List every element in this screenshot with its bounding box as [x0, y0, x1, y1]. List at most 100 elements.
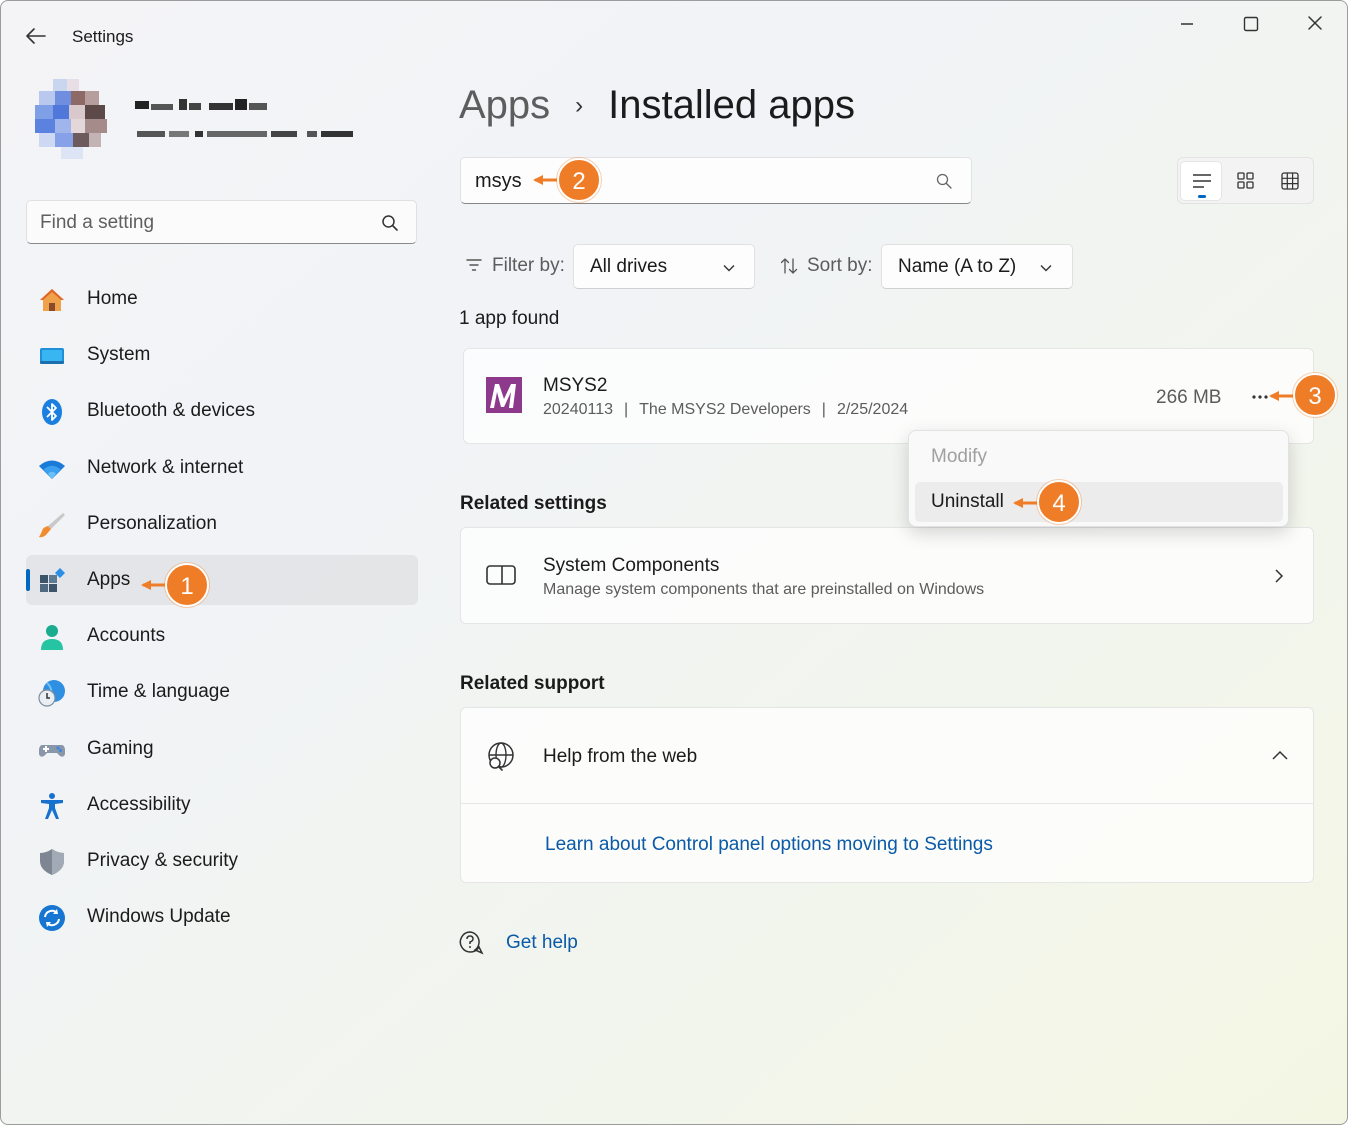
avatar-image	[35, 79, 107, 159]
find-setting-input[interactable]	[40, 212, 370, 234]
menu-item-label: Uninstall	[931, 491, 1004, 512]
user-name	[135, 99, 275, 113]
sidebar-item-label: System	[87, 344, 151, 366]
system-components-card[interactable]: System Components Manage system componen…	[460, 527, 1314, 624]
related-support-heading: Related support	[460, 673, 605, 694]
chevron-down-icon	[1040, 265, 1052, 272]
sidebar-item-label: Bluetooth & devices	[87, 400, 255, 422]
sidebar-item-apps[interactable]: Apps	[26, 554, 418, 605]
sidebar-item-home[interactable]: Home	[26, 274, 418, 324]
system-components-icon	[486, 565, 516, 585]
close-button[interactable]	[1295, 11, 1335, 41]
callout-badge-2: 2	[557, 158, 601, 202]
help-from-web-title: Help from the web	[543, 746, 698, 767]
sidebar-item-label: Home	[87, 288, 138, 309]
selected-indicator	[26, 568, 30, 591]
get-help-link[interactable]: Get help	[506, 932, 578, 954]
account-icon	[41, 625, 63, 651]
find-setting-box[interactable]	[26, 200, 417, 244]
maximize-icon	[1243, 16, 1259, 32]
app-version: 20240113	[543, 401, 613, 418]
separator: |	[624, 401, 629, 418]
sidebar-item-bluetooth[interactable]: Bluetooth & devices	[26, 386, 418, 436]
sidebar-item-windows-update[interactable]: Windows Update	[26, 892, 418, 942]
globe-search-icon	[488, 742, 514, 771]
home-icon	[40, 289, 64, 311]
minimize-button[interactable]	[1167, 11, 1207, 41]
search-icon[interactable]	[380, 213, 400, 233]
control-panel-options-link[interactable]: Learn about Control panel options moving…	[545, 834, 993, 856]
minimize-icon	[1181, 23, 1193, 25]
menu-item-modify[interactable]: Modify	[915, 437, 1283, 477]
sidebar-item-privacy-security[interactable]: Privacy & security	[26, 836, 418, 886]
msys2-logo-icon	[486, 377, 522, 413]
breadcrumb-chevron-icon: ›	[575, 91, 584, 119]
user-email-redacted	[137, 131, 353, 137]
sidebar-item-label: Gaming	[87, 737, 154, 759]
sort-icon	[780, 258, 798, 274]
breadcrumb-apps-link[interactable]: Apps	[459, 83, 550, 128]
system-icon	[40, 348, 64, 365]
system-components-title: System Components	[543, 555, 720, 576]
window-title: Settings	[72, 27, 134, 46]
sidebar-item-time-language[interactable]: Time & language	[26, 667, 418, 717]
sidebar-item-accessibility[interactable]: Accessibility	[26, 780, 418, 830]
avatar[interactable]	[31, 79, 113, 161]
get-help-icon	[459, 931, 484, 955]
sidebar-item-label: Time & language	[87, 681, 230, 703]
separator: |	[821, 401, 826, 418]
app-details: 20240113 | The MSYS2 Developers | 2/25/2…	[543, 401, 908, 419]
breadcrumb: Apps › Installed apps	[459, 83, 855, 128]
page-title: Installed apps	[608, 83, 856, 127]
accessibility-icon	[41, 792, 63, 819]
app-size: 266 MB	[1156, 387, 1222, 408]
chevron-down-icon	[723, 265, 735, 272]
settings-window: Settings Find a setting Home System Blue…	[0, 0, 1348, 1125]
chevron-up-icon	[1272, 750, 1288, 760]
shield-icon	[40, 848, 64, 875]
app-name: MSYS2	[543, 375, 608, 396]
back-arrow-icon	[26, 28, 46, 44]
update-icon	[39, 905, 65, 932]
sidebar-item-label: Accounts	[87, 625, 166, 647]
help-from-web-header[interactable]: Help from the web	[461, 708, 1313, 804]
list-view-icon	[1193, 174, 1211, 188]
back-button[interactable]	[21, 23, 49, 49]
filter-drives-value: All drives	[590, 256, 668, 277]
apps-icon	[40, 567, 65, 592]
filter-icon	[466, 259, 482, 271]
sort-label: Sort by:	[807, 255, 873, 276]
app-install-date: 2/25/2024	[836, 401, 909, 418]
close-icon	[1308, 16, 1322, 30]
sidebar-item-network[interactable]: Network & internet	[26, 443, 418, 493]
maximize-button[interactable]	[1231, 11, 1271, 41]
sidebar-item-label: Network & internet	[87, 456, 244, 478]
sidebar-item-system[interactable]: System	[26, 330, 418, 380]
user-name-redacted	[135, 99, 267, 110]
sidebar-item-personalization[interactable]: Personalization	[26, 499, 418, 549]
wifi-icon	[39, 460, 65, 479]
tile-view-button[interactable]	[1269, 161, 1311, 201]
sidebar-item-label: Apps	[87, 568, 131, 590]
sidebar-item-label: Windows Update	[87, 906, 231, 928]
filter-drives-dropdown[interactable]: All drives	[573, 244, 755, 289]
menu-item-label: Modify	[931, 446, 987, 467]
sort-dropdown[interactable]: Name (A to Z)	[881, 244, 1073, 289]
filter-label: Filter by:	[492, 255, 565, 276]
sidebar-nav: Home System Bluetooth & devices Network …	[26, 274, 418, 948]
callout-badge-1: 1	[165, 563, 209, 607]
sidebar-item-gaming[interactable]: Gaming	[26, 724, 418, 774]
sidebar-item-label: Privacy & security	[87, 849, 238, 871]
clock-globe-icon	[38, 680, 65, 707]
table-view-icon	[1281, 172, 1299, 190]
list-view-button[interactable]	[1180, 161, 1222, 201]
sidebar-item-label: Accessibility	[87, 793, 191, 815]
menu-item-uninstall[interactable]: Uninstall	[915, 482, 1283, 522]
search-icon[interactable]	[935, 172, 953, 190]
view-toggle	[1177, 157, 1314, 204]
system-components-description: Manage system components that are preins…	[543, 581, 985, 598]
grid-view-button[interactable]	[1225, 161, 1267, 201]
brush-icon	[39, 512, 65, 537]
sidebar-item-accounts[interactable]: Accounts	[26, 611, 418, 661]
callout-badge-4: 4	[1037, 480, 1081, 524]
